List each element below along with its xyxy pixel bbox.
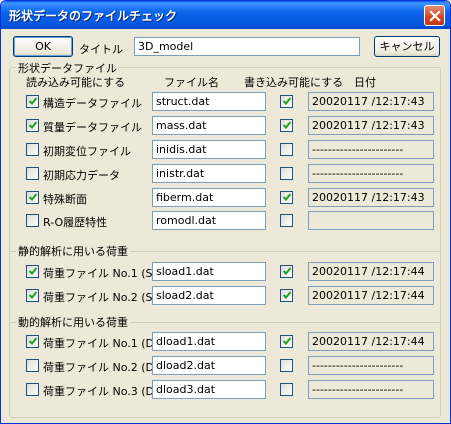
filename-input[interactable]: inistr.dat — [152, 164, 266, 183]
checkmark-icon — [28, 121, 38, 129]
filename-input[interactable]: sload1.dat — [152, 262, 266, 281]
row-label: 質量データファイル — [43, 121, 142, 134]
read-checkbox[interactable] — [26, 383, 39, 396]
date-field: 20020117 /12:17:44 — [308, 332, 434, 351]
filename-input[interactable]: mass.dat — [152, 116, 266, 135]
static-section-title: 静的解析に用いる荷重 — [16, 243, 130, 259]
close-button[interactable] — [424, 5, 445, 26]
read-checkbox[interactable] — [26, 191, 39, 204]
filename-input[interactable]: dload3.dat — [152, 380, 266, 399]
write-checkbox[interactable] — [280, 143, 293, 156]
date-field — [308, 211, 434, 230]
row-label: 初期応力データ — [43, 169, 120, 182]
date-field: 20020117 /12:17:44 — [308, 286, 434, 305]
dialog-body: OK タイトル 3D_model キャンセル 形状データファイル 読み込み可能に… — [4, 29, 447, 421]
header-readable: 読み込み可能にする — [26, 76, 126, 89]
write-checkbox[interactable] — [280, 335, 293, 348]
title-label: タイトル — [79, 43, 123, 56]
write-checkbox[interactable] — [280, 95, 293, 108]
row-label: 荷重ファイル No.1 (D1) — [43, 337, 166, 350]
checkmark-icon — [282, 267, 292, 275]
checkmark-icon — [28, 97, 38, 105]
checkmark-icon — [282, 121, 292, 129]
read-checkbox[interactable] — [26, 289, 39, 302]
row-label: 荷重ファイル No.1 (S1) — [43, 267, 164, 280]
header-filename: ファイル名 — [164, 76, 219, 89]
checkmark-icon — [282, 337, 292, 345]
date-field: ----------------------- — [308, 140, 434, 159]
ok-button[interactable]: OK — [13, 36, 73, 57]
write-checkbox[interactable] — [280, 167, 293, 180]
row-label: 荷重ファイル No.2 (D2) — [43, 361, 166, 374]
filename-input[interactable]: dload1.dat — [152, 332, 266, 351]
read-checkbox[interactable] — [26, 214, 39, 227]
filename-input[interactable]: fiberm.dat — [152, 188, 266, 207]
date-field: ----------------------- — [308, 380, 434, 399]
write-checkbox[interactable] — [280, 119, 293, 132]
row-label: 構造データファイル — [43, 97, 142, 110]
checkmark-icon — [28, 337, 38, 345]
checkmark-icon — [28, 291, 38, 299]
write-checkbox[interactable] — [280, 191, 293, 204]
write-checkbox[interactable] — [280, 383, 293, 396]
date-field: 20020117 /12:17:43 — [308, 92, 434, 111]
read-checkbox[interactable] — [26, 265, 39, 278]
checkmark-icon — [282, 193, 292, 201]
read-checkbox[interactable] — [26, 359, 39, 372]
write-checkbox[interactable] — [280, 359, 293, 372]
checkmark-icon — [28, 193, 38, 201]
row-label: R-O履歴特性 — [43, 216, 108, 229]
read-checkbox[interactable] — [26, 119, 39, 132]
header-writable: 書き込み可能にする — [244, 76, 344, 89]
date-field: 20020117 /12:17:43 — [308, 188, 434, 207]
date-field: 20020117 /12:17:43 — [308, 116, 434, 135]
close-icon — [429, 10, 441, 22]
dialog-window: 形状データのファイルチェック OK タイトル 3D_model キャンセル 形状… — [0, 0, 451, 424]
title-bar[interactable]: 形状データのファイルチェック — [1, 1, 450, 29]
filename-input[interactable]: inidis.dat — [152, 140, 266, 159]
row-label: 初期変位ファイル — [43, 145, 131, 158]
filename-input[interactable]: struct.dat — [152, 92, 266, 111]
filename-input[interactable]: sload2.dat — [152, 286, 266, 305]
read-checkbox[interactable] — [26, 335, 39, 348]
read-checkbox[interactable] — [26, 95, 39, 108]
checkmark-icon — [282, 291, 292, 299]
read-checkbox[interactable] — [26, 143, 39, 156]
row-label: 荷重ファイル No.3 (D3) — [43, 385, 166, 398]
checkmark-icon — [28, 267, 38, 275]
write-checkbox[interactable] — [280, 214, 293, 227]
window-title: 形状データのファイルチェック — [9, 9, 178, 23]
checkmark-icon — [282, 97, 292, 105]
write-checkbox[interactable] — [280, 265, 293, 278]
row-label: 荷重ファイル No.2 (S2) — [43, 291, 164, 304]
dynamic-section-title: 動的解析に用いる荷重 — [16, 314, 130, 330]
read-checkbox[interactable] — [26, 167, 39, 180]
title-input[interactable]: 3D_model — [134, 37, 360, 56]
date-field: ----------------------- — [308, 356, 434, 375]
date-field: ----------------------- — [308, 164, 434, 183]
cancel-button[interactable]: キャンセル — [374, 36, 440, 57]
date-field: 20020117 /12:17:44 — [308, 262, 434, 281]
filename-input[interactable]: romodl.dat — [152, 211, 266, 230]
filename-input[interactable]: dload2.dat — [152, 356, 266, 375]
header-date: 日付 — [354, 76, 376, 89]
row-label: 特殊断面 — [43, 193, 87, 206]
write-checkbox[interactable] — [280, 289, 293, 302]
